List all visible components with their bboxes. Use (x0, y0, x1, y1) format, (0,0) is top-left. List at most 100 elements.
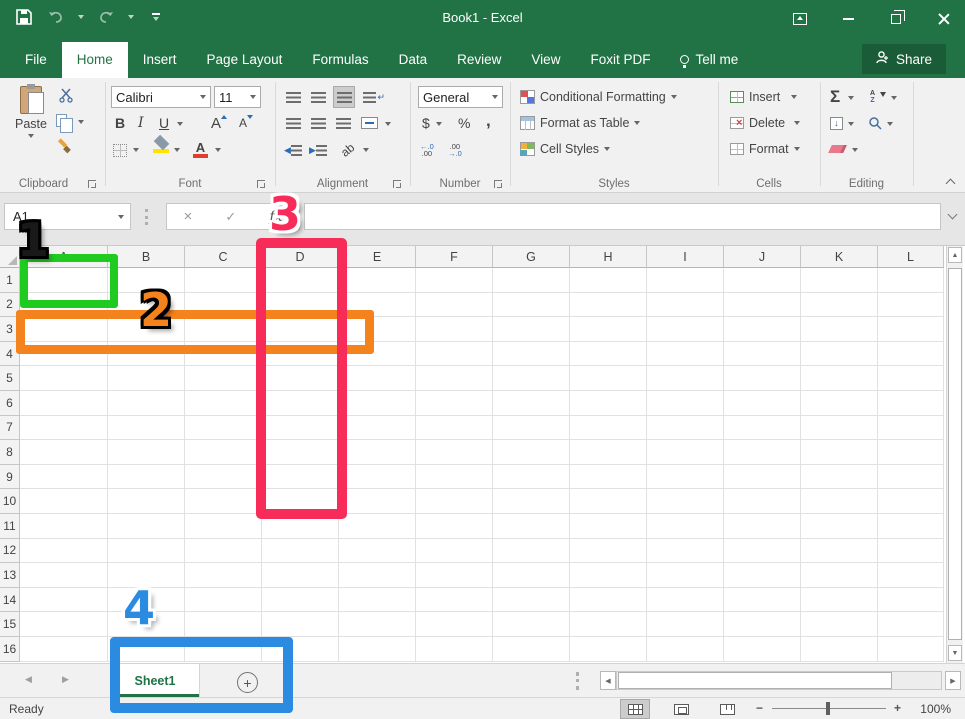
cell-K3[interactable] (801, 317, 878, 342)
conditional-formatting-button[interactable]: Conditional Formatting (520, 86, 677, 108)
ribbon-display-options-icon[interactable] (787, 6, 813, 32)
column-header-K[interactable]: K (801, 246, 878, 268)
orientation-dropdown-icon[interactable] (363, 148, 369, 152)
format-cells-button[interactable]: Format (730, 138, 800, 160)
row-header-9[interactable]: 9 (0, 465, 20, 490)
cell-J1[interactable] (724, 268, 801, 293)
select-all-button[interactable] (0, 246, 20, 268)
row-header-3[interactable]: 3 (0, 317, 20, 342)
tab-foxit-pdf[interactable]: Foxit PDF (575, 42, 665, 78)
cell-C7[interactable] (185, 416, 262, 441)
column-header-A[interactable]: A (20, 246, 108, 268)
cell-H16[interactable] (570, 637, 647, 662)
cell-B1[interactable] (108, 268, 185, 293)
cell-B9[interactable] (108, 465, 185, 490)
cell-D4[interactable] (262, 342, 339, 367)
cell-J4[interactable] (724, 342, 801, 367)
cell-A10[interactable] (20, 489, 108, 514)
cell-C8[interactable] (185, 440, 262, 465)
cell-L12[interactable] (878, 539, 944, 564)
row-header-16[interactable]: 16 (0, 637, 20, 662)
cell-D7[interactable] (262, 416, 339, 441)
accounting-format-icon[interactable]: $ (422, 112, 430, 134)
fill-dropdown-icon[interactable] (848, 122, 854, 126)
cell-H11[interactable] (570, 514, 647, 539)
increase-decimal-icon[interactable]: ←.0.00 (420, 139, 434, 161)
cell-F5[interactable] (416, 366, 493, 391)
cell-E14[interactable] (339, 588, 416, 613)
cell-F2[interactable] (416, 293, 493, 318)
cell-B13[interactable] (108, 563, 185, 588)
cell-C12[interactable] (185, 539, 262, 564)
cell-I13[interactable] (647, 563, 724, 588)
cell-A14[interactable] (20, 588, 108, 613)
cancel-icon[interactable]: × (184, 208, 193, 225)
cell-F6[interactable] (416, 391, 493, 416)
cell-D9[interactable] (262, 465, 339, 490)
cell-L2[interactable] (878, 293, 944, 318)
clear-dropdown-icon[interactable] (852, 148, 858, 152)
cell-J2[interactable] (724, 293, 801, 318)
tab-file[interactable]: File (10, 42, 62, 78)
align-left-button[interactable] (283, 112, 303, 134)
cell-J6[interactable] (724, 391, 801, 416)
cell-C10[interactable] (185, 489, 262, 514)
decrease-indent-icon[interactable]: ◀ (283, 139, 303, 161)
row-header-10[interactable]: 10 (0, 489, 20, 514)
horizontal-scroll-thumb[interactable] (618, 672, 892, 689)
cell-styles-button[interactable]: Cell Styles (520, 138, 610, 160)
cell-L16[interactable] (878, 637, 944, 662)
cell-D12[interactable] (262, 539, 339, 564)
cell-A2[interactable] (20, 293, 108, 318)
row-header-6[interactable]: 6 (0, 391, 20, 416)
cell-C4[interactable] (185, 342, 262, 367)
vertical-scroll-thumb[interactable] (948, 268, 962, 640)
paste-button[interactable]: Paste (10, 86, 52, 174)
cell-I15[interactable] (647, 612, 724, 637)
cell-L5[interactable] (878, 366, 944, 391)
cell-I12[interactable] (647, 539, 724, 564)
find-select-dropdown-icon[interactable] (887, 122, 893, 126)
cell-F7[interactable] (416, 416, 493, 441)
cell-G13[interactable] (493, 563, 570, 588)
cell-A1[interactable] (20, 268, 108, 293)
cell-I10[interactable] (647, 489, 724, 514)
row-header-5[interactable]: 5 (0, 366, 20, 391)
cell-E2[interactable] (339, 293, 416, 318)
cell-H5[interactable] (570, 366, 647, 391)
cell-C9[interactable] (185, 465, 262, 490)
cell-L13[interactable] (878, 563, 944, 588)
cell-B8[interactable] (108, 440, 185, 465)
middle-align-button[interactable] (308, 86, 328, 108)
clipboard-dialog-launcher-icon[interactable] (88, 180, 96, 188)
cell-J14[interactable] (724, 588, 801, 613)
cell-H8[interactable] (570, 440, 647, 465)
cell-L11[interactable] (878, 514, 944, 539)
cell-E12[interactable] (339, 539, 416, 564)
borders-dropdown-icon[interactable] (133, 148, 139, 152)
cell-E11[interactable] (339, 514, 416, 539)
cell-C1[interactable] (185, 268, 262, 293)
cell-H9[interactable] (570, 465, 647, 490)
cell-I3[interactable] (647, 317, 724, 342)
fill-color-icon[interactable] (153, 136, 169, 158)
cell-L8[interactable] (878, 440, 944, 465)
cell-D14[interactable] (262, 588, 339, 613)
row-header-15[interactable]: 15 (0, 612, 20, 637)
cell-H10[interactable] (570, 489, 647, 514)
cell-D5[interactable] (262, 366, 339, 391)
cell-D3[interactable] (262, 317, 339, 342)
cell-D1[interactable] (262, 268, 339, 293)
close-icon[interactable] (931, 6, 957, 32)
cell-B3[interactable] (108, 317, 185, 342)
cell-I4[interactable] (647, 342, 724, 367)
cell-I9[interactable] (647, 465, 724, 490)
cell-B10[interactable] (108, 489, 185, 514)
cell-E7[interactable] (339, 416, 416, 441)
restore-icon[interactable] (883, 6, 909, 32)
row-header-12[interactable]: 12 (0, 539, 20, 564)
top-align-button[interactable] (283, 86, 303, 108)
align-right-button[interactable] (333, 112, 353, 134)
cell-E13[interactable] (339, 563, 416, 588)
column-header-L[interactable]: L (878, 246, 944, 268)
